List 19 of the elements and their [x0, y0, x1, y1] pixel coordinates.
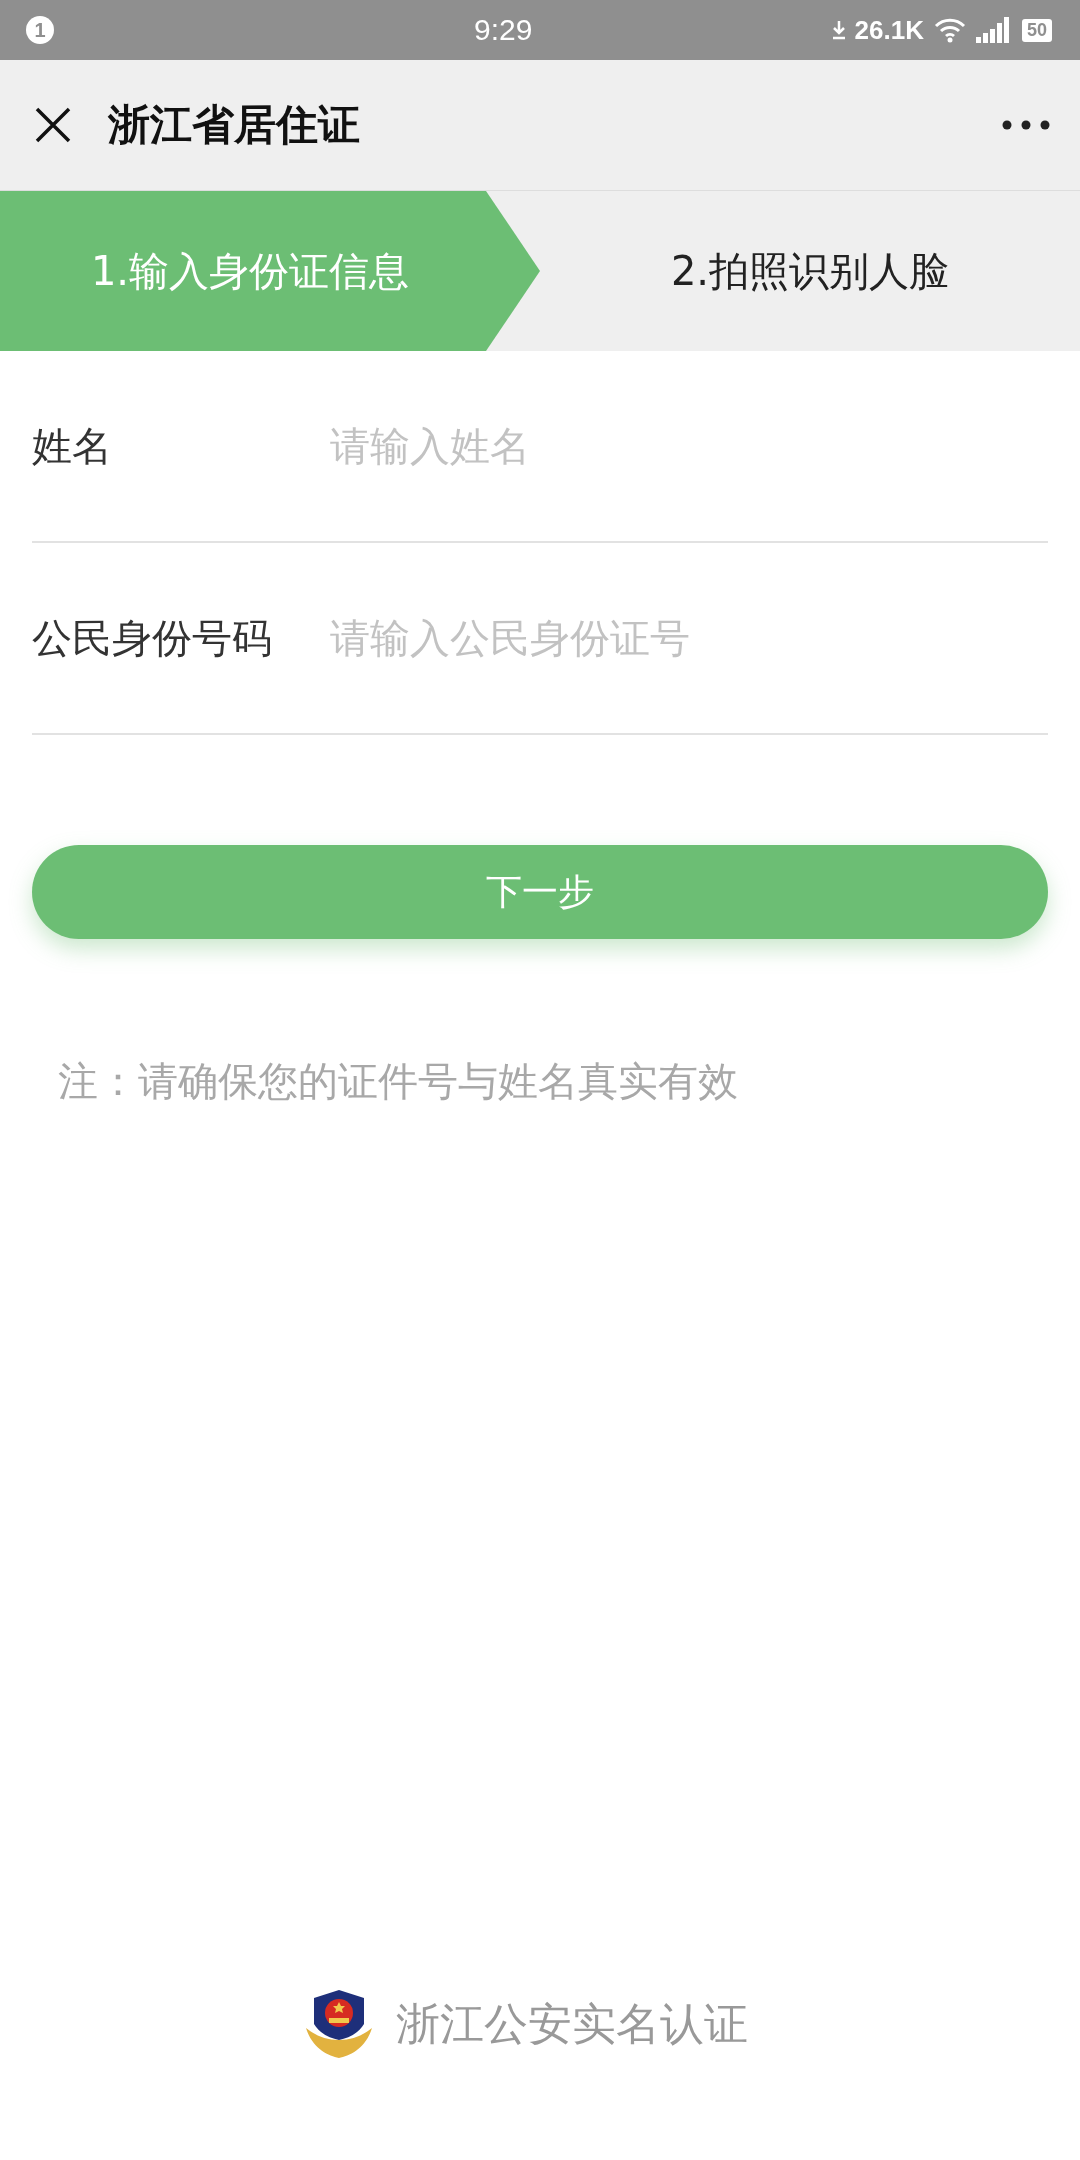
wifi-icon: [933, 17, 966, 43]
network-speed: 26.1K: [854, 14, 924, 46]
footer-text: 浙江公安实名认证: [396, 1996, 748, 2051]
step-tab[interactable]: 1.输入身份证信息: [0, 191, 540, 351]
clock: 9:29: [473, 13, 534, 47]
note-text: 注：请确保您的证件号与姓名真实有效: [58, 1057, 739, 1106]
input-field[interactable]: 请输入姓名: [330, 423, 1048, 469]
field-label: 姓名: [32, 421, 113, 471]
next-button[interactable]: 下一步: [32, 845, 1048, 939]
step-tab[interactable]: 2.拍照识别人脸: [540, 191, 1080, 351]
battery-icon: 50: [1021, 18, 1052, 42]
download-icon: [832, 20, 845, 40]
input-field[interactable]: 请输入公民身份证号: [330, 615, 1048, 661]
signal-icon: [975, 17, 1012, 43]
page-title: 浙江省居住证: [108, 99, 361, 151]
more-icon[interactable]: [1002, 120, 1050, 130]
field-label: 公民身份号码: [32, 613, 273, 663]
notification-badge: 1: [26, 16, 54, 44]
close-icon[interactable]: [34, 106, 72, 144]
